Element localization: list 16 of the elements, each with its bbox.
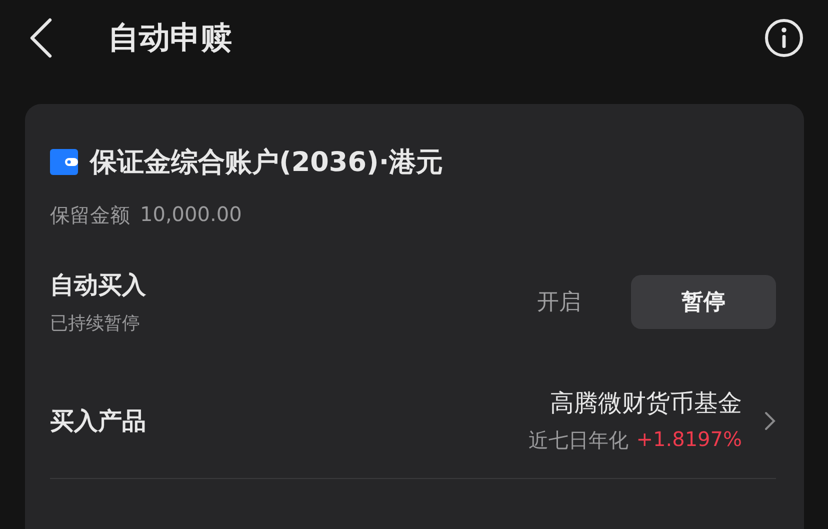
reserve-label: 保留金额 [50, 202, 130, 229]
wallet-icon [50, 149, 78, 175]
product-name[interactable]: 高腾微财货币基金 [550, 387, 742, 419]
product-label: 买入产品 [50, 406, 146, 436]
toggle-option[interactable]: 开启 [513, 275, 605, 329]
yield-label: 近七日年化 [528, 427, 628, 454]
auto-buy-status: 已持续暂停 [50, 312, 141, 335]
info-icon[interactable] [764, 18, 804, 58]
chevron-right-icon[interactable] [764, 410, 776, 430]
reserve-amount: 10,000.00 [140, 202, 242, 228]
page-title: 自动申赎 [108, 19, 233, 58]
toggle-option[interactable]: 暂停 [631, 275, 776, 329]
back-icon[interactable] [28, 18, 54, 58]
account-name: 保证金综合账户(2036)·港元 [90, 146, 444, 180]
auto-buy-label: 自动买入 [50, 270, 146, 301]
yield-value: +1.8197% [636, 427, 742, 453]
